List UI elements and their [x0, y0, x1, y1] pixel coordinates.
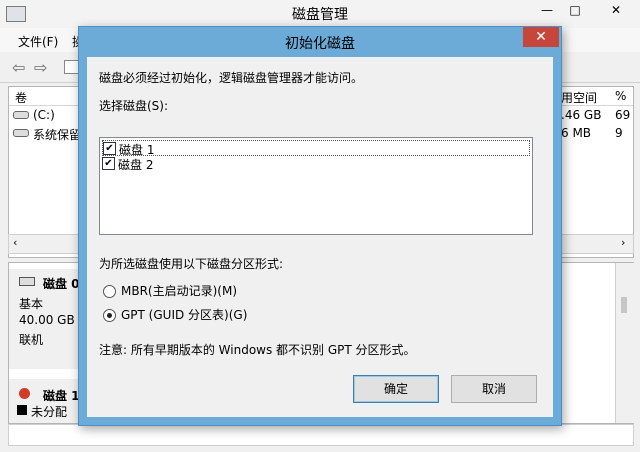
volume-name: (C:)	[33, 108, 55, 122]
gpt-radio[interactable]	[103, 309, 116, 322]
dialog-close-button[interactable]: ✕	[523, 27, 559, 47]
disk-icon	[19, 277, 35, 286]
header-percent[interactable]: %	[615, 89, 626, 103]
scroll-thumb[interactable]	[621, 297, 627, 313]
gpt-label[interactable]: GPT (GUID 分区表)(G)	[121, 306, 247, 323]
volume-percent: 9	[615, 126, 623, 140]
mbr-radio[interactable]	[103, 285, 116, 298]
disk0-size: 40.00 GB	[19, 313, 75, 327]
disk2-label: 磁盘 2	[118, 158, 154, 172]
dialog-title: 初始化磁盘	[285, 36, 355, 52]
dialog-message: 磁盘必须经过初始化，逻辑磁盘管理器才能访问。	[99, 71, 364, 85]
select-disks-label: 选择磁盘(S):	[99, 99, 169, 113]
main-titlebar: 磁盘管理 — □ ✕	[0, 0, 640, 29]
menu-file[interactable]: 文件(F)	[18, 33, 58, 50]
list-item[interactable]: ✔ 磁盘 2	[102, 156, 528, 172]
header-volume[interactable]: 卷	[15, 89, 27, 106]
vertical-scrollbar[interactable]	[615, 263, 634, 423]
volume-free-space: 6 MB	[561, 126, 592, 140]
cancel-button[interactable]: 取消	[451, 375, 537, 403]
volume-drive-icon	[13, 111, 29, 119]
mbr-label[interactable]: MBR(主启动记录)(M)	[121, 282, 237, 299]
forward-arrow-icon[interactable]: ⇨	[34, 58, 47, 77]
scroll-right-icon[interactable]: ›	[621, 236, 625, 249]
compatibility-note: 注意: 所有早期版本的 Windows 都不识别 GPT 分区形式。	[99, 343, 416, 357]
unallocated-legend-swatch	[17, 405, 27, 415]
minimize-button[interactable]: —	[534, 0, 560, 20]
disk-management-app-icon	[6, 6, 26, 22]
disk0-status: 联机	[19, 333, 44, 347]
list-item[interactable]: ✔ 磁盘 1	[102, 140, 530, 157]
maximize-button[interactable]: □	[562, 0, 588, 20]
partition-style-label: 为所选磁盘使用以下磁盘分区形式:	[99, 257, 284, 271]
volume-drive-icon	[13, 129, 29, 137]
disk0-name: 磁盘 0	[43, 277, 80, 291]
main-window-title: 磁盘管理	[292, 7, 348, 23]
disk2-checkbox[interactable]: ✔	[102, 157, 115, 170]
disk-offline-icon	[19, 388, 30, 399]
disk1-checkbox[interactable]: ✔	[103, 142, 116, 155]
volume-percent: 69	[615, 108, 631, 122]
disk1-info-panel[interactable]: 磁盘 1 未分配	[9, 379, 83, 423]
gpt-radio-selected-dot	[107, 313, 112, 318]
disk1-name: 磁盘 1	[43, 389, 80, 403]
status-bar	[8, 424, 634, 446]
dialog-content: 磁盘必须经过初始化，逻辑磁盘管理器才能访问。 选择磁盘(S): ✔ 磁盘 1 ✔…	[87, 57, 553, 417]
scroll-left-icon[interactable]: ‹	[13, 236, 17, 249]
main-close-button[interactable]: ✕	[596, 0, 636, 20]
initialize-disk-dialog: 初始化磁盘 ✕ 磁盘必须经过初始化，逻辑磁盘管理器才能访问。 选择磁盘(S): …	[78, 26, 562, 426]
disk0-info-panel[interactable]: 磁盘 0 基本 40.00 GB 联机	[9, 269, 83, 369]
disk0-type: 基本	[19, 297, 44, 311]
volume-free-space: .46 GB	[561, 108, 602, 122]
unallocated-legend-label: 未分配	[31, 405, 68, 419]
volume-name: 系统保留	[33, 128, 82, 142]
back-arrow-icon[interactable]: ⇦	[12, 58, 25, 77]
disk-list[interactable]: ✔ 磁盘 1 ✔ 磁盘 2	[99, 137, 533, 235]
ok-button[interactable]: 确定	[353, 375, 439, 403]
header-free-space[interactable]: 用空间	[561, 89, 597, 106]
